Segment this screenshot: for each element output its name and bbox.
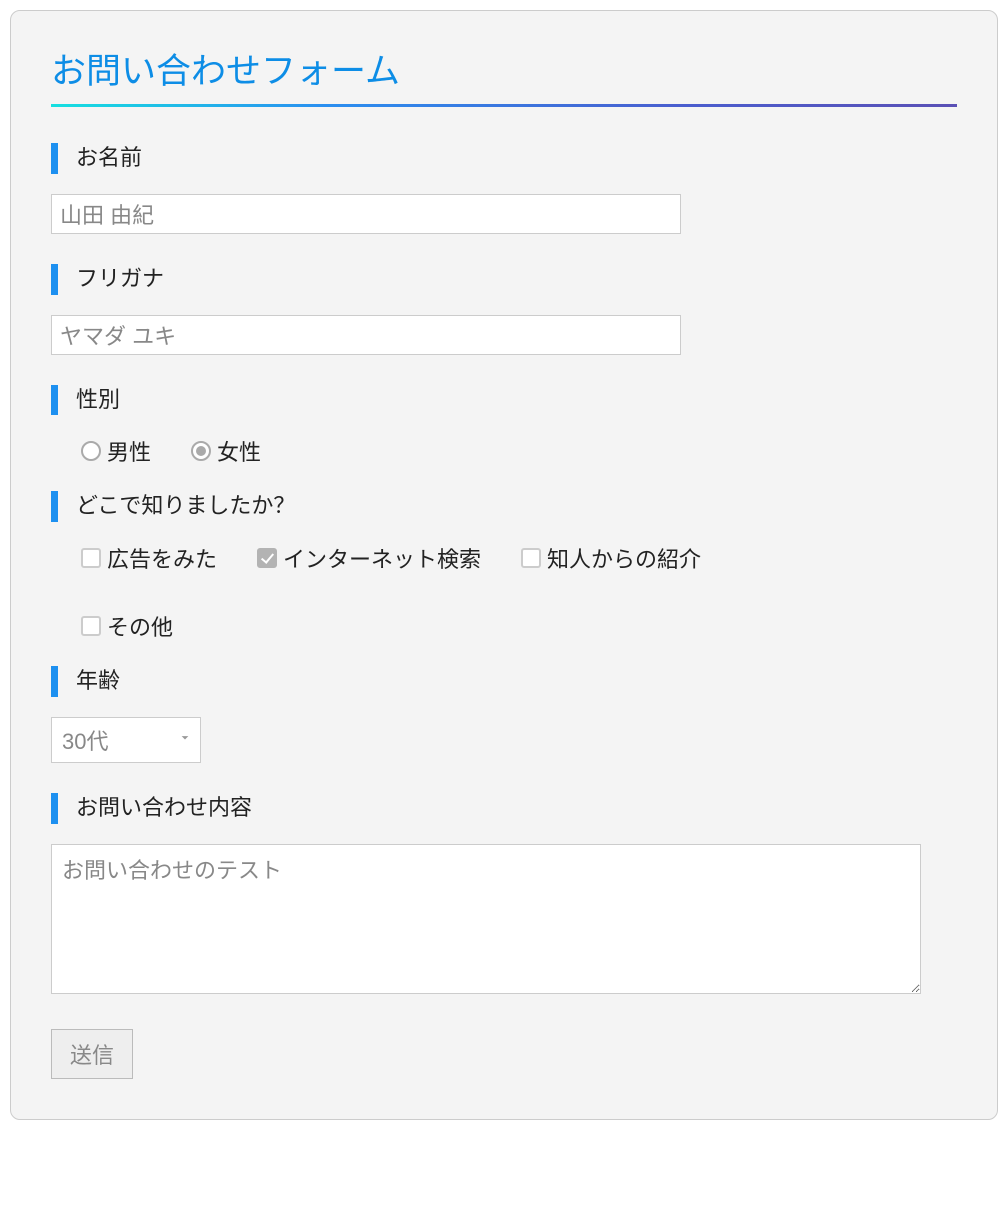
age-select[interactable]: 30代 xyxy=(51,717,201,763)
source-other-label: その他 xyxy=(107,610,173,642)
checkbox-icon xyxy=(257,548,277,568)
name-label: お名前 xyxy=(51,143,957,174)
message-group: お問い合わせ内容 xyxy=(51,793,957,999)
radio-icon xyxy=(191,441,211,461)
message-textarea[interactable] xyxy=(51,844,921,994)
gender-radio-row: 男性 女性 xyxy=(51,435,957,467)
checkbox-icon xyxy=(81,548,101,568)
kana-group: フリガナ xyxy=(51,264,957,355)
submit-button[interactable]: 送信 xyxy=(51,1029,133,1079)
name-input[interactable] xyxy=(51,194,681,234)
source-checkbox-ad[interactable]: 広告をみた xyxy=(81,542,217,574)
kana-label: フリガナ xyxy=(51,264,957,295)
gender-group: 性別 男性 女性 xyxy=(51,385,957,468)
source-internet-label: インターネット検索 xyxy=(283,542,481,574)
checkbox-icon xyxy=(521,548,541,568)
gender-label: 性別 xyxy=(51,385,957,416)
checkbox-icon xyxy=(81,616,101,636)
source-referral-label: 知人からの紹介 xyxy=(547,542,701,574)
gender-male-label: 男性 xyxy=(107,435,151,467)
source-group: どこで知りましたか？ 広告をみた インターネット検索 知人からの紹介 その他 xyxy=(51,491,957,642)
contact-form-container: お問い合わせフォーム お名前 フリガナ 性別 男性 女性 どこで知りましたか？ … xyxy=(10,10,998,1120)
age-select-wrap: 30代 xyxy=(51,717,201,763)
gender-female-label: 女性 xyxy=(217,435,261,467)
source-checkbox-area: 広告をみた インターネット検索 知人からの紹介 その他 xyxy=(51,542,957,642)
source-ad-label: 広告をみた xyxy=(107,542,217,574)
source-checkbox-referral[interactable]: 知人からの紹介 xyxy=(521,542,701,574)
source-checkbox-internet[interactable]: インターネット検索 xyxy=(257,542,481,574)
source-label: どこで知りましたか？ xyxy=(51,491,957,522)
name-group: お名前 xyxy=(51,143,957,234)
form-title: お問い合わせフォーム xyxy=(51,43,957,107)
gender-radio-male[interactable]: 男性 xyxy=(81,435,151,467)
radio-icon xyxy=(81,441,101,461)
gender-radio-female[interactable]: 女性 xyxy=(191,435,261,467)
source-checkbox-other[interactable]: その他 xyxy=(81,610,957,642)
age-group: 年齢 30代 xyxy=(51,666,957,763)
message-label: お問い合わせ内容 xyxy=(51,793,957,824)
age-label: 年齢 xyxy=(51,666,957,697)
kana-input[interactable] xyxy=(51,315,681,355)
